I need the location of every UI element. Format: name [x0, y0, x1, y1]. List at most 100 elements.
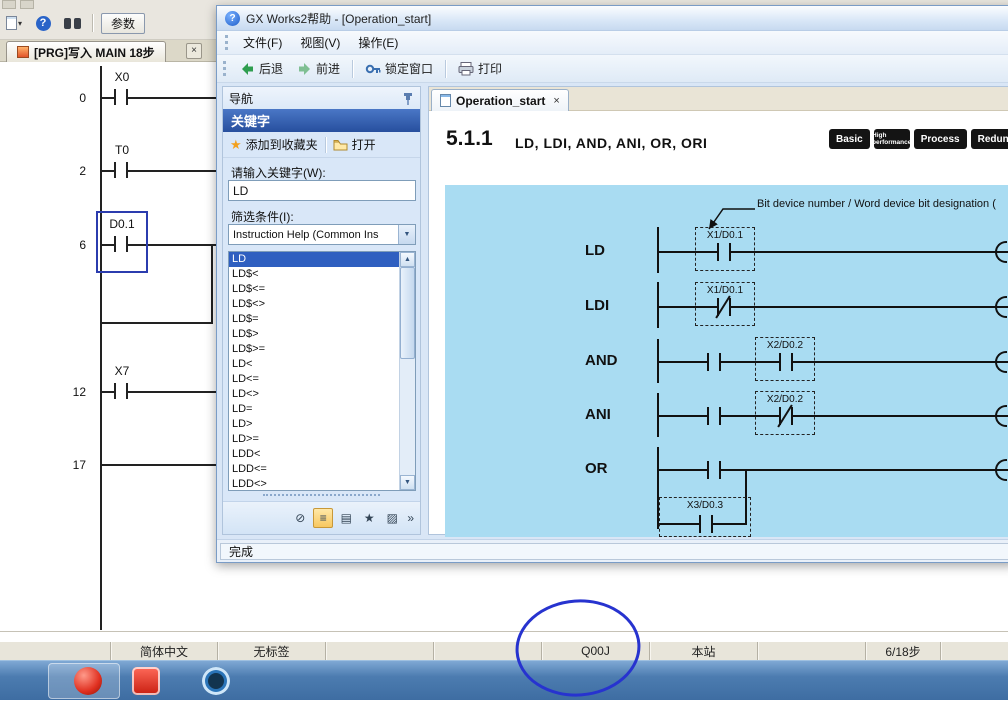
- contact-device-label: X0: [91, 70, 153, 84]
- keyword-input-value: LD: [233, 184, 248, 198]
- scroll-down-button[interactable]: ▼: [400, 475, 415, 490]
- operand-label: X1/D0.1: [696, 285, 754, 296]
- filter-selected-value: Instruction Help (Common Ins: [229, 229, 398, 241]
- operand-label: X3/D0.3: [660, 500, 750, 511]
- open-button[interactable]: 打开: [326, 132, 383, 157]
- keyword-list-item[interactable]: LD>=: [229, 432, 399, 447]
- folder-icon: [333, 139, 348, 151]
- page-icon: [6, 16, 17, 30]
- binoculars-icon: [64, 18, 81, 29]
- help-menu-bar: 文件(F) 视图(V) 操作(E): [217, 31, 1008, 55]
- help-title-bar[interactable]: ? GX Works2帮助 - [Operation_start]: [217, 6, 1008, 31]
- editor-bottom-border: [0, 631, 1008, 632]
- keyword-list-item[interactable]: LD<: [229, 357, 399, 372]
- favorites-star-icon[interactable]: ★: [359, 508, 379, 528]
- status-segment: 无标签: [217, 642, 325, 660]
- instruction-label: AND: [585, 352, 649, 369]
- rung-number: 12: [54, 385, 86, 399]
- contact-bar: [729, 298, 731, 316]
- diagram-annotation: Bit device number / Word device bit desi…: [757, 198, 996, 210]
- keyword-list-item[interactable]: LD$>: [229, 327, 399, 342]
- select-dropdown-button[interactable]: ▼: [398, 225, 415, 244]
- more-tools-chevron[interactable]: »: [405, 511, 416, 525]
- document-hatched-icon[interactable]: ▨: [382, 508, 402, 528]
- find-toolbar-button[interactable]: [60, 12, 84, 34]
- keyword-list[interactable]: LDLD$<LD$<=LD$<>LD$=LD$>LD$>=LD<LD<=LD<>…: [228, 251, 416, 491]
- keyword-list-item[interactable]: LD$<: [229, 267, 399, 282]
- filter-select[interactable]: Instruction Help (Common Ins ▼: [228, 224, 416, 245]
- operand-label: X2/D0.2: [756, 394, 814, 405]
- help-toolbar-button[interactable]: ?: [31, 12, 55, 34]
- back-button[interactable]: 后退: [234, 57, 289, 80]
- toolbar-separator: [92, 14, 93, 32]
- keyword-list-item[interactable]: LD: [229, 252, 399, 267]
- keyword-list-item[interactable]: LD<>: [229, 387, 399, 402]
- edition-badge: Redundant: [971, 129, 1008, 149]
- editor-tab[interactable]: [PRG]写入 MAIN 18步: [6, 41, 166, 62]
- forward-button[interactable]: 前进: [291, 57, 346, 80]
- keyword-list-item[interactable]: LDD<=: [229, 462, 399, 477]
- keyword-input[interactable]: LD: [228, 180, 416, 201]
- menu-file[interactable]: 文件(F): [234, 31, 291, 54]
- rung-number: 17: [54, 458, 86, 472]
- keyword-header-label: 关键字: [231, 111, 270, 130]
- contact-bar: [719, 407, 721, 425]
- screenshot-bottom-margin: [0, 700, 1008, 707]
- document-tab-close-button[interactable]: ×: [553, 95, 559, 107]
- lock-window-label: 锁定窗口: [385, 60, 433, 77]
- coil-symbol: [995, 459, 1007, 481]
- keyword-list-item[interactable]: LD$>=: [229, 342, 399, 357]
- contact-bar: [719, 353, 721, 371]
- instruction-label: LDI: [585, 297, 649, 314]
- coil-symbol: [995, 241, 1007, 263]
- zoom-dropdown-button[interactable]: ▾: [2, 12, 26, 34]
- status-segment-empty: [757, 642, 865, 660]
- menu-grip: [225, 35, 228, 50]
- taskbar-app-icon-red-square[interactable]: [132, 667, 160, 695]
- circle-slash-icon[interactable]: ⊘: [290, 508, 310, 528]
- back-arrow-icon: [240, 62, 255, 76]
- splitter-handle[interactable]: [263, 494, 380, 498]
- keyword-list-scrollbar[interactable]: ▲ ▼: [399, 252, 415, 490]
- keyword-list-item[interactable]: LD$<>: [229, 297, 399, 312]
- coil-symbol: [995, 405, 1007, 427]
- status-segment-empty: [433, 642, 541, 660]
- nav-splitter[interactable]: [421, 83, 428, 539]
- contact-bar: [114, 89, 116, 105]
- pin-icon[interactable]: [402, 92, 414, 105]
- taskbar-app-icon-red-ball[interactable]: [74, 667, 102, 695]
- menu-view[interactable]: 视图(V): [291, 31, 349, 54]
- add-to-favorites-button[interactable]: ★ 添加到收藏夹: [223, 132, 325, 157]
- keyword-list-item[interactable]: LD>: [229, 417, 399, 432]
- taskbar-app-icon-ring[interactable]: [202, 667, 230, 695]
- back-label: 后退: [259, 60, 283, 77]
- print-button[interactable]: 打印: [452, 57, 508, 80]
- lock-window-button[interactable]: 锁定窗口: [359, 57, 439, 80]
- operand-highlight-box: X3/D0.3: [659, 497, 751, 537]
- program-file-icon: [17, 46, 29, 58]
- contact-bar: [729, 243, 731, 261]
- editor-tab-close-button[interactable]: ×: [186, 43, 202, 59]
- document-tab-bar: Operation_start ×: [429, 87, 1008, 111]
- parameter-button[interactable]: 参数: [101, 13, 145, 34]
- menu-operate[interactable]: 操作(E): [349, 31, 407, 54]
- toolbar-separator: [445, 60, 446, 78]
- scroll-up-button[interactable]: ▲: [400, 252, 415, 267]
- keyword-list-item[interactable]: LDD<>: [229, 477, 399, 491]
- keyword-list-item[interactable]: LD$=: [229, 312, 399, 327]
- scrollbar-thumb[interactable]: [400, 267, 415, 359]
- index-list-icon[interactable]: ≡: [313, 508, 333, 528]
- keyword-list-item[interactable]: LD=: [229, 402, 399, 417]
- filter-label: 筛选条件(I):: [231, 208, 294, 225]
- document-icon[interactable]: ▤: [336, 508, 356, 528]
- contact-bar: [707, 353, 709, 371]
- desktop: ▾ ? 参数 [PRG]写入 MAIN 18步 × 0: [0, 0, 1008, 707]
- keyword-list-item[interactable]: LDD<: [229, 447, 399, 462]
- status-segment-empty: [940, 642, 1008, 660]
- selection-cursor: [96, 211, 148, 273]
- contact-bar: [126, 89, 128, 105]
- keyword-list-item[interactable]: LD<=: [229, 372, 399, 387]
- keyword-list-item[interactable]: LD$<=: [229, 282, 399, 297]
- help-status-text: 完成: [229, 543, 253, 560]
- document-tab[interactable]: Operation_start ×: [431, 89, 569, 111]
